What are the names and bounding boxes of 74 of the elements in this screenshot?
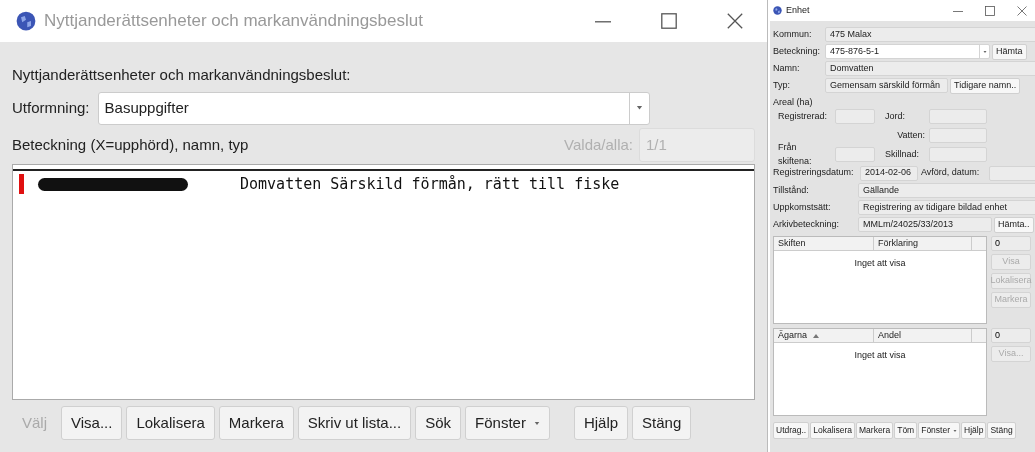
text-field[interactable]: MMLm/24025/33/2013 [858, 217, 992, 232]
action-button[interactable]: Visa... [61, 406, 123, 440]
text-field[interactable]: 475 Malax [825, 27, 1035, 42]
caret-icon [953, 429, 957, 432]
field-label: Typ: [773, 78, 791, 92]
maximize-icon[interactable] [985, 5, 995, 16]
action-button[interactable]: Stäng [987, 422, 1016, 439]
section-label: Areal (ha) [773, 96, 814, 108]
globe-icon [16, 11, 36, 31]
action-button[interactable]: Utdrag.. [773, 422, 810, 439]
column-header[interactable]: Ägarna [774, 329, 874, 342]
action-button[interactable]: Sök [415, 406, 462, 440]
field-label: Från skiftena: [778, 141, 813, 168]
date-field[interactable]: 2014-02-06 [860, 165, 918, 181]
field-label: Registrerad: [778, 109, 829, 123]
maximize-icon[interactable] [661, 13, 677, 29]
action-button[interactable]: Skriv ut lista... [297, 406, 412, 440]
action-button[interactable]: Lokalisera [126, 406, 215, 440]
dropdown-button[interactable]: Fönster [465, 406, 550, 440]
field-label: Uppkomstsätt: [773, 200, 832, 214]
layout-label: Utformning: [12, 97, 90, 118]
action-button[interactable]: Hjälp [573, 406, 629, 440]
text-field[interactable] [835, 147, 875, 162]
count-field: 1/1 [639, 128, 755, 162]
action-button[interactable]: Lokalisera [810, 422, 855, 439]
count-field: 0 [991, 328, 1031, 343]
combo-field[interactable]: 475-876-5-1 [825, 44, 990, 59]
close-icon[interactable] [727, 13, 743, 29]
field-label: Skillnad: [885, 147, 921, 161]
list-label: Beteckning (X=upphörd), namn, typ [12, 134, 249, 155]
text-field[interactable] [929, 128, 987, 143]
layout-dropdown[interactable]: Basuppgifter [97, 91, 650, 125]
field-label: Namn: [773, 61, 801, 75]
list-row[interactable]: Domvatten Särskild förmån, rätt till fiske [13, 169, 754, 197]
field-label: Registreringsdatum: [773, 166, 855, 180]
column-header[interactable]: Andel [874, 329, 972, 342]
action-button[interactable]: Stäng [632, 406, 692, 440]
window-title: Enhet [786, 3, 810, 17]
date-field[interactable] [989, 165, 1035, 181]
text-field[interactable]: Domvatten [825, 61, 1035, 76]
dropdown-button[interactable]: Fönster [918, 422, 960, 439]
text-field[interactable]: Registrering av tidigare bildad enhet [858, 200, 1035, 215]
field-label: Beteckning: [773, 44, 822, 58]
count-field: 0 [991, 236, 1031, 251]
text-field[interactable]: Gemensam särskild förmån [825, 78, 948, 93]
text-field[interactable] [835, 109, 875, 124]
action-button[interactable]: Töm [894, 422, 918, 439]
window-title: Nyttjanderättsenheter och markanvändningsbeslut [44, 10, 423, 33]
action-button[interactable]: Hjälp [961, 422, 987, 439]
globe-icon [773, 6, 782, 15]
status-marker [19, 174, 24, 194]
empty-message: Inget att visa [854, 257, 906, 270]
field-label: Arkivbeteckning: [773, 217, 841, 231]
column-header[interactable]: Skiften [774, 237, 874, 250]
action-button[interactable]: Hämta [992, 43, 1027, 60]
action-button[interactable]: Hämta.. [994, 216, 1034, 233]
caret-icon [636, 106, 643, 110]
action-button[interactable]: Markera [218, 406, 294, 440]
column-header[interactable]: Förklaring [874, 237, 972, 250]
text-field[interactable] [929, 147, 987, 162]
field-label: Vatten: [896, 128, 925, 142]
field-label: Tillstånd: [773, 183, 810, 197]
action-button[interactable]: Markera [856, 422, 894, 439]
row-text: Domvatten Särskild förmån, rätt till fiske [240, 173, 620, 195]
field-label: Kommun: [773, 27, 813, 41]
caret-icon [533, 421, 540, 425]
close-icon[interactable] [1017, 5, 1027, 16]
action-button[interactable]: Tidigare namn.. [950, 77, 1021, 94]
heading: Nyttjanderättsenheter och markanvändningsbeslut: [12, 65, 352, 85]
empty-message: Inget att visa [854, 349, 906, 362]
field-label: Jord: [885, 109, 906, 123]
text-field[interactable]: Gällande [858, 183, 1035, 198]
field-label: Avförd, datum: [921, 166, 981, 180]
text-field[interactable] [929, 109, 987, 124]
